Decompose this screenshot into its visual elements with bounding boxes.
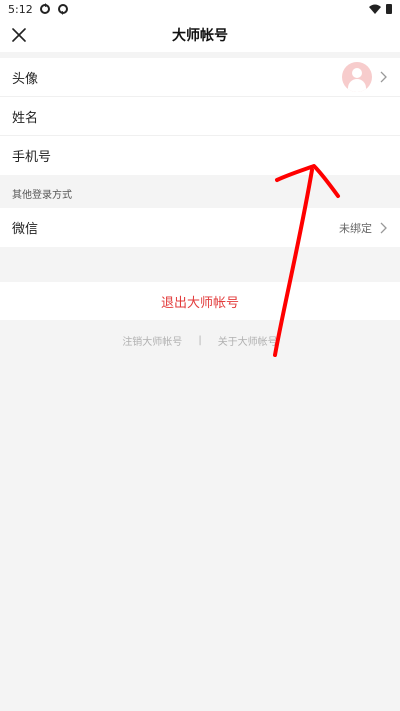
avatar-row-right <box>342 62 388 92</box>
footer-links: 注销大师帐号 | 关于大师帐号 <box>0 332 400 348</box>
battery-icon <box>386 4 392 14</box>
close-button[interactable] <box>8 24 30 46</box>
wifi-icon <box>369 4 381 14</box>
section-title: 其他登录方式 <box>12 190 72 201</box>
name-label: 姓名 <box>12 110 39 126</box>
wechat-row-right: 未绑定 <box>339 220 388 236</box>
title-bar: 大师帐号 <box>0 18 400 52</box>
wechat-label: 微信 <box>12 222 39 237</box>
status-bar-left: 5:12 <box>8 3 69 16</box>
logout-button[interactable]: 退出大师帐号 <box>0 282 400 320</box>
avatar-row[interactable]: 头像 <box>0 58 400 97</box>
phone-row[interactable]: 手机号 <box>0 136 400 175</box>
chevron-right-icon <box>380 71 387 83</box>
logout-label: 退出大师帐号 <box>160 295 239 311</box>
name-row[interactable]: 姓名 <box>0 97 400 136</box>
avatar-placeholder-icon <box>352 68 362 78</box>
close-icon <box>12 28 26 42</box>
avatar-label: 头像 <box>12 71 39 87</box>
account-screen: 5:12 大师帐号 头像 姓名 手机号 其他登录方式 微信 未绑定 退出大师帐号… <box>0 0 400 711</box>
avatar-placeholder-body <box>348 79 366 92</box>
profile-group: 头像 姓名 手机号 <box>0 58 400 175</box>
phone-label: 手机号 <box>12 150 52 165</box>
cancel-account-link[interactable]: 注销大师帐号 <box>122 333 182 348</box>
avatar[interactable] <box>342 62 372 92</box>
chevron-right-icon <box>380 222 387 233</box>
other-login-group: 微信 未绑定 <box>0 208 400 247</box>
status-bar-right <box>369 4 392 14</box>
sync-icon <box>39 3 50 14</box>
status-bar: 5:12 <box>0 0 400 18</box>
sync-icon <box>57 4 68 15</box>
footer-separator: | <box>198 334 202 346</box>
page-title: 大师帐号 <box>172 28 228 44</box>
about-account-link[interactable]: 关于大师帐号 <box>218 333 278 348</box>
wechat-status: 未绑定 <box>339 221 372 235</box>
status-time: 5:12 <box>8 2 33 16</box>
wechat-row[interactable]: 微信 未绑定 <box>0 208 400 247</box>
